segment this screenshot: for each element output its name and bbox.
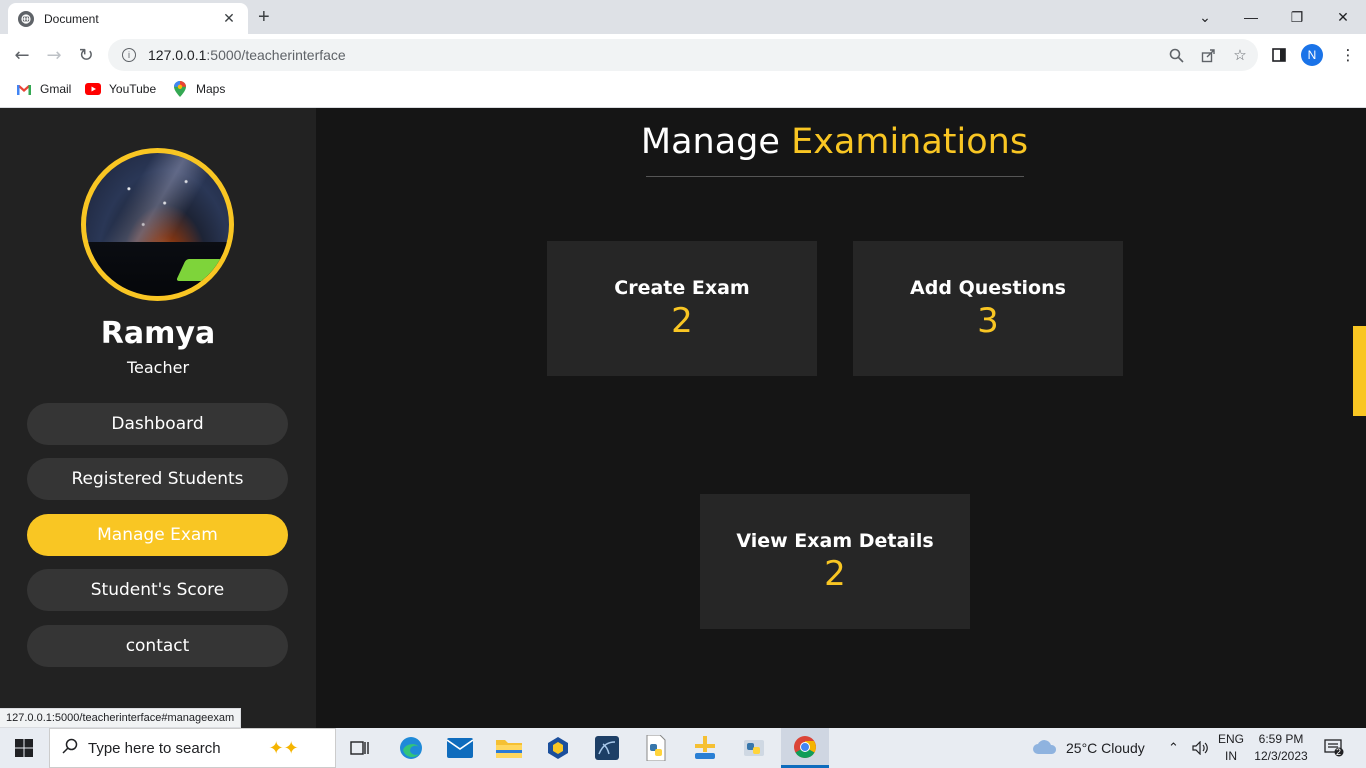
taskbar-clock[interactable]: 6:59 PM 12/3/2023 [1250, 731, 1312, 765]
bookmark-label: Gmail [40, 82, 72, 96]
window-close-icon[interactable]: ✕ [1320, 0, 1366, 34]
bookmark-maps[interactable]: Maps [172, 81, 226, 97]
bookmark-youtube[interactable]: YouTube [85, 82, 156, 96]
url-host: 127.0.0.1 [148, 47, 207, 63]
bookmark-label: Maps [196, 82, 226, 96]
reload-icon[interactable]: ↻ [73, 42, 99, 68]
mysql-workbench-icon[interactable] [587, 733, 627, 763]
weather-widget[interactable]: 25°C Cloudy [1032, 728, 1145, 768]
tab-search-icon[interactable]: ⌄ [1182, 0, 1228, 34]
view-exam-details-card[interactable]: View Exam Details 2 [700, 494, 970, 629]
sidebar: Ramya Teacher Dashboard Registered Stude… [0, 108, 316, 728]
bookmark-label: YouTube [109, 82, 157, 96]
weather-text: 25°C Cloudy [1066, 740, 1145, 756]
link-status-bar: 127.0.0.1:5000/teacherinterface#manageex… [0, 708, 242, 728]
user-role: Teacher [126, 358, 190, 377]
clock-date: 12/3/2023 [1254, 749, 1308, 763]
youtube-icon [85, 82, 101, 96]
restore-icon[interactable]: ❐ [1274, 0, 1320, 34]
edge-browser-icon[interactable] [391, 733, 431, 763]
zoom-icon[interactable] [1167, 46, 1185, 64]
scrollbar-thumb[interactable] [1353, 326, 1366, 416]
maps-icon [172, 81, 188, 97]
notification-center-icon[interactable]: 2 [1324, 728, 1344, 768]
language-region: IN [1225, 749, 1237, 763]
clock-time: 6:59 PM [1258, 732, 1304, 746]
globe-icon [18, 10, 34, 27]
card-label: Create Exam [614, 276, 750, 299]
virtualbox-icon[interactable] [538, 733, 578, 763]
share-icon[interactable] [1199, 46, 1217, 64]
forward-icon[interactable]: → [41, 42, 67, 68]
address-bar[interactable]: i 127.0.0.1:5000/teacherinterface [108, 39, 1258, 71]
tab-title: Document [44, 11, 99, 26]
url-path: :5000/teacherinterface [206, 47, 346, 63]
new-tab-icon[interactable]: + [258, 6, 270, 29]
notification-count-badge: 2 [1336, 747, 1342, 757]
card-count: 2 [671, 300, 693, 341]
file-explorer-icon[interactable] [489, 733, 529, 763]
side-panel-icon[interactable] [1270, 46, 1288, 64]
sidebar-item-students-score[interactable]: Student's Score [27, 569, 288, 611]
search-highlight-icon[interactable]: ✦✦ [269, 738, 299, 759]
card-label: View Exam Details [736, 529, 934, 552]
python-file-icon[interactable] [636, 733, 676, 763]
url-text: 127.0.0.1:5000/teacherinterface [148, 47, 346, 63]
card-count: 3 [977, 300, 999, 341]
bookmark-gmail[interactable]: Gmail [16, 82, 71, 96]
card-count: 2 [824, 553, 846, 594]
page-scrollbar[interactable] [1353, 108, 1366, 728]
avatar [81, 148, 234, 301]
windows-start-icon[interactable] [0, 728, 48, 768]
mail-icon[interactable] [440, 733, 480, 763]
language-indicator[interactable]: ENG IN [1216, 731, 1246, 765]
python-idle-icon[interactable] [734, 733, 774, 763]
search-icon [62, 738, 78, 759]
volume-icon[interactable] [1192, 728, 1208, 768]
menu-kebab-icon[interactable]: ⋮ [1339, 46, 1357, 64]
add-questions-card[interactable]: Add Questions 3 [853, 241, 1123, 376]
page-content: Ramya Teacher Dashboard Registered Stude… [0, 108, 1366, 728]
title-divider [646, 176, 1024, 177]
minimize-icon[interactable]: — [1228, 0, 1274, 34]
sidebar-item-manage-exam[interactable]: Manage Exam [27, 514, 288, 556]
user-name: Ramya [100, 316, 216, 351]
bookmarks-bar: Gmail YouTube Maps [0, 76, 1366, 108]
taskbar-search-input[interactable]: Type here to search ✦✦ [49, 728, 336, 768]
site-info-icon[interactable]: i [122, 48, 136, 62]
show-hidden-icons-icon[interactable]: ⌃ [1168, 728, 1179, 768]
profile-avatar[interactable]: N [1301, 44, 1323, 66]
installer-icon[interactable] [685, 733, 725, 763]
language-code: ENG [1217, 732, 1244, 746]
chrome-icon[interactable] [781, 728, 829, 768]
search-placeholder: Type here to search [88, 739, 221, 757]
browser-toolbar: ← → ↻ i 127.0.0.1:5000/teacherinterface … [0, 34, 1366, 76]
page-title-prefix: Manage [640, 122, 780, 162]
page-title-accent: Examinations [791, 122, 1029, 162]
close-tab-icon[interactable]: ✕ [220, 10, 238, 27]
sidebar-item-registered-students[interactable]: Registered Students [27, 458, 288, 500]
gmail-icon [16, 82, 32, 96]
cloud-icon [1032, 739, 1058, 758]
task-view-icon[interactable] [340, 733, 380, 763]
windows-taskbar: Type here to search ✦✦ 25°C Cloudy ⌃ ENG… [0, 728, 1366, 768]
create-exam-card[interactable]: Create Exam 2 [547, 241, 817, 376]
sidebar-item-dashboard[interactable]: Dashboard [27, 403, 288, 445]
browser-tab[interactable]: Document ✕ [8, 3, 248, 34]
card-label: Add Questions [910, 276, 1066, 299]
browser-tab-strip: Document ✕ + ⌄ — ❐ ✕ [0, 0, 1366, 34]
page-title: Manage Examinations [316, 122, 1353, 162]
bookmark-star-icon[interactable]: ☆ [1231, 46, 1249, 64]
back-icon[interactable]: ← [9, 42, 35, 68]
sidebar-item-contact[interactable]: contact [27, 625, 288, 667]
